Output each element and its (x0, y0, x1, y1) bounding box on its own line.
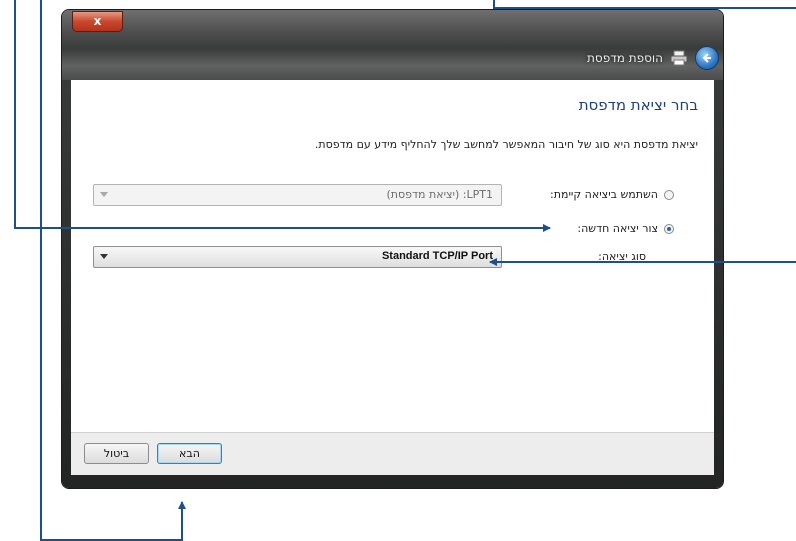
existing-port-select: LPT1: (יציאת מדפסת) (93, 184, 502, 206)
chevron-down-icon (100, 192, 108, 197)
next-button[interactable]: הבא (157, 443, 222, 464)
printer-icon (669, 49, 689, 67)
new-port-label: צור יציאה חדשה: (577, 222, 658, 235)
title-nav: הוספת מדפסת (587, 46, 719, 70)
back-arrow-icon[interactable] (695, 46, 719, 70)
port-type-select[interactable]: Standard TCP/IP Port (93, 246, 502, 268)
wizard-footer: הבא ביטול (71, 432, 714, 475)
callout-top-bracket (493, 0, 796, 9)
existing-port-label: השתמש ביציאה קיימת: (550, 188, 658, 201)
page-title: בחר יציאת מדפסת (578, 96, 698, 114)
chevron-down-icon (100, 254, 108, 259)
new-port-radio[interactable] (664, 223, 674, 234)
window-title: הוספת מדפסת (587, 51, 663, 65)
wizard-content: בחר יציאת מדפסת יציאת מדפסת היא סוג של ח… (71, 80, 714, 432)
page-description: יציאת מדפסת היא סוג של חיבור המאפשר למחש… (314, 138, 698, 151)
close-button[interactable]: x (72, 11, 123, 32)
existing-port-option[interactable]: השתמש ביציאה קיימת: (550, 188, 674, 201)
existing-port-value: LPT1: (יציאת מדפסת) (386, 188, 493, 201)
port-type-label: סוג יציאה: (598, 250, 646, 263)
add-printer-window: x הוספת מדפסת בחר יציאת מדפסת יציאת מדפס… (62, 10, 723, 488)
port-type-value: Standard TCP/IP Port (381, 250, 493, 262)
new-port-option[interactable]: צור יציאה חדשה: (577, 222, 674, 235)
title-bar: x הוספת מדפסת (62, 10, 723, 80)
cancel-button[interactable]: ביטול (84, 443, 149, 464)
existing-port-radio[interactable] (664, 189, 674, 200)
